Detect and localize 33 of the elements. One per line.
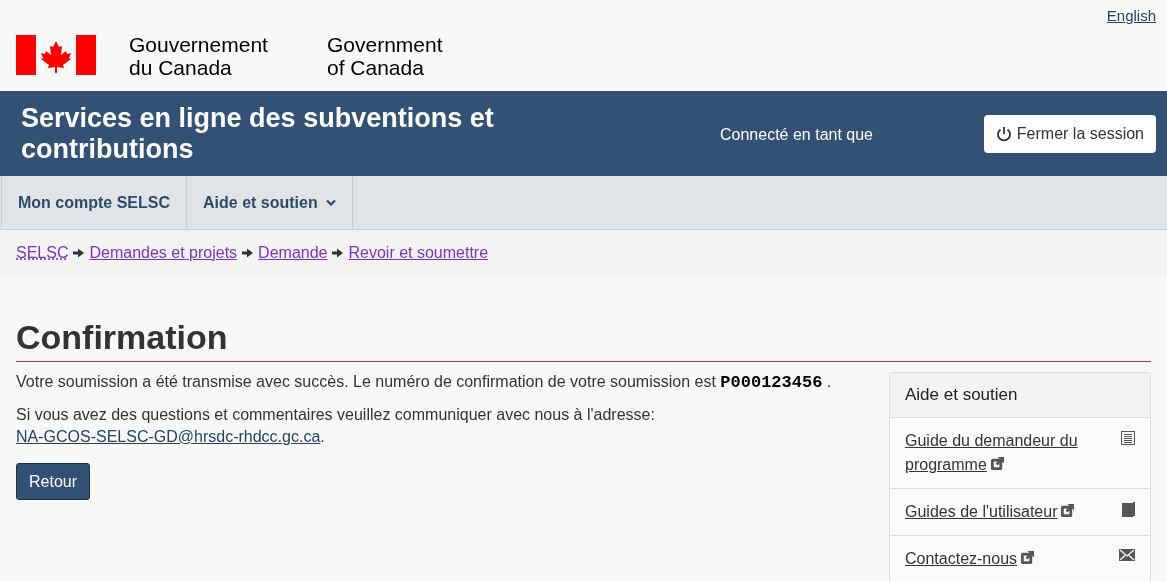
contact-message: Si vous avez des questions et commentaires veuillez communiquer avec nous à l'adresse: NA-GCOS-SELSC-GD@hrsdc-rhdcc.gc.ca. (16, 405, 656, 447)
menu-item[interactable]: Aide et soutien (187, 176, 353, 229)
logout-button[interactable]: Fermer la session (983, 114, 1156, 153)
page-title: Confirmation (16, 316, 1151, 362)
language-link[interactable]: English (1106, 5, 1156, 28)
arrow-right-icon (332, 247, 344, 258)
help-link[interactable]: Contactez-nous (905, 547, 1095, 571)
book-icon (1122, 502, 1135, 517)
help-link[interactable]: Guide du demandeur du programme (905, 429, 1095, 477)
arrow-right-icon (242, 247, 254, 258)
arrow-right-icon (73, 247, 85, 258)
external-link-icon (1020, 550, 1036, 565)
application-title: Services en ligne des subventions et contributions (21, 102, 495, 165)
power-icon (995, 125, 1012, 142)
envelope-icon (1119, 549, 1135, 561)
confirmation-message: Votre soumission a été transmise avec succès. Le numéro de confirmation de votre soumission est P000123456 . (16, 372, 833, 394)
panel-heading: Aide et soutien (890, 373, 1150, 418)
government-name-french: Gouvernement du Canada (129, 33, 269, 79)
breadcrumb-link[interactable]: SELSC (16, 240, 69, 265)
list-icon (1121, 431, 1135, 445)
chevron-down-icon (325, 199, 336, 206)
government-name-english: Government of Canada (327, 33, 443, 79)
breadcrumb-link[interactable]: Demandes et projets (89, 240, 238, 265)
external-link-icon (989, 456, 1005, 471)
signed-in-label: Connecté en tant que (720, 124, 873, 145)
email-link[interactable]: NA-GCOS-SELSC-GD@hrsdc-rhdcc.gc.ca (16, 428, 321, 445)
canada-flag-icon (16, 35, 96, 75)
breadcrumb-link[interactable]: Revoir et soumettre (348, 240, 489, 265)
menu-item[interactable]: Mon compte SELSC (2, 176, 187, 229)
external-link-icon (1060, 503, 1076, 518)
breadcrumb-link[interactable]: Demande (258, 240, 328, 265)
help-link[interactable]: Guides de l'utilisateur (905, 500, 1095, 524)
back-button[interactable]: Retour (16, 463, 91, 500)
